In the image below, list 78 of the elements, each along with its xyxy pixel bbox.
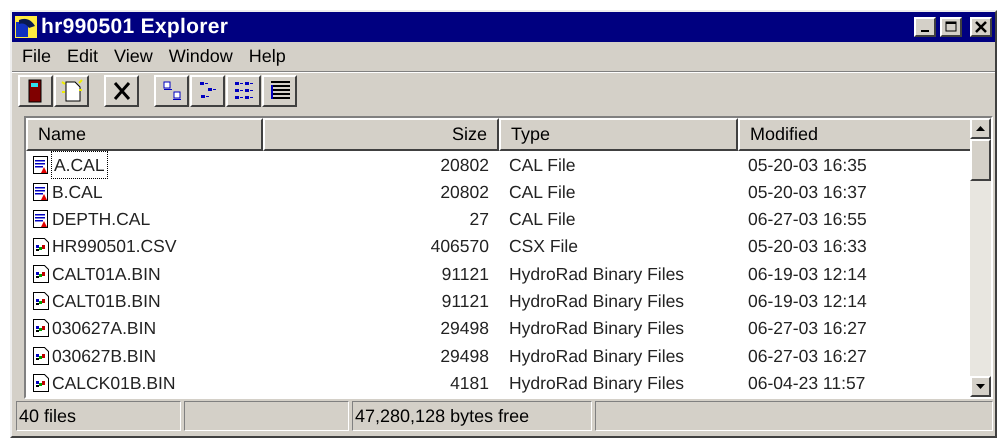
down-arrow-icon: [976, 384, 985, 389]
maximize-button[interactable]: [940, 17, 962, 37]
table-cell-text: 29498: [439, 344, 490, 368]
file-name[interactable]: HR990501.CSV: [52, 233, 177, 260]
status-text: 47,280,128 bytes free: [352, 401, 592, 431]
table-cell-text: 06-04-23 11:57: [747, 372, 866, 395]
file-name[interactable]: 030627A.BIN: [52, 315, 156, 342]
table-cell-text: 20802: [439, 180, 490, 204]
window-title: hr990501 Explorer: [41, 14, 228, 40]
close-button[interactable]: [970, 17, 992, 37]
toolbar-button[interactable]: [104, 75, 139, 107]
file-name[interactable]: B.CAL: [52, 178, 103, 206]
table-cell-text: HydroRad Binary Files: [508, 317, 686, 340]
table-cell-text: 06-27-03 16:27: [747, 317, 868, 340]
data-file-icon: [32, 264, 50, 284]
minimize-icon: [921, 30, 929, 32]
file-name[interactable]: DEPTH.CAL: [52, 206, 150, 232]
table-cell-text: CAL File: [508, 180, 576, 204]
toolbar-button[interactable]: [262, 75, 297, 107]
table-cell-text: 4181: [449, 372, 490, 395]
up-arrow-icon: [976, 126, 985, 131]
file-name[interactable]: A.CAL: [52, 152, 107, 178]
table-cell-text: 05-20-03 16:33: [747, 235, 868, 258]
scroll-down-button[interactable]: [970, 376, 991, 397]
scroll-up-button[interactable]: [970, 118, 991, 139]
table-cell-text: 06-27-03 16:55: [747, 208, 868, 232]
toolbar-button[interactable]: [226, 75, 261, 107]
table-cell-text: 91121: [440, 290, 490, 313]
table-cell-text: 05-20-03 16:35: [747, 154, 868, 177]
table-cell-text: 91121: [440, 262, 490, 286]
text-file-icon: [32, 182, 50, 202]
new-document-icon: [60, 78, 84, 104]
table-cell-text: HydroRad Binary Files: [508, 372, 686, 395]
status-text: 40 files: [16, 401, 181, 431]
file-name[interactable]: CALT01A.BIN: [52, 260, 161, 287]
table-cell-text: HydroRad Binary Files: [508, 262, 686, 286]
table-cell-text: 27: [468, 208, 490, 232]
data-file-icon: [32, 291, 50, 312]
toolbar-button[interactable]: [190, 75, 225, 107]
data-file-icon: [32, 373, 50, 394]
table-cell-text: HydroRad Binary Files: [508, 290, 686, 313]
file-name[interactable]: 030627B.BIN: [52, 342, 156, 369]
menu-item[interactable]: Window: [162, 43, 239, 70]
table-cell-text: 29498: [439, 317, 490, 340]
scrollbar[interactable]: [970, 118, 991, 397]
column-header[interactable]: Size: [263, 118, 499, 151]
table-cell-text: CAL File: [508, 208, 576, 232]
file-name[interactable]: CALT01B.BIN: [52, 288, 161, 314]
table-cell-text: HydroRad Binary Files: [508, 344, 686, 368]
menu-item[interactable]: View: [108, 43, 159, 70]
toolbar-button[interactable]: [154, 75, 189, 107]
file-name[interactable]: CALCK01B.BIN: [52, 370, 176, 396]
table-cell-text: 406570: [430, 235, 490, 258]
table-cell-text: CAL File: [508, 154, 576, 177]
data-file-icon: [32, 318, 50, 338]
table-cell-text: 06-19-03 12:14: [747, 262, 868, 286]
menu-item[interactable]: Edit: [61, 43, 104, 70]
column-header[interactable]: Name: [26, 118, 263, 151]
table-cell-text: 06-19-03 12:14: [747, 290, 868, 313]
column-header[interactable]: Modified: [738, 118, 970, 151]
toolbar-button[interactable]: [54, 75, 89, 107]
data-file-icon: [32, 346, 50, 366]
minimize-button[interactable]: [914, 17, 936, 37]
scroll-thumb[interactable]: [970, 139, 991, 181]
text-file-icon: [32, 209, 50, 230]
table-cell-text: 05-20-03 16:37: [747, 180, 868, 204]
menu-item[interactable]: File: [16, 43, 58, 70]
table-cell-text: 06-27-03 16:27: [747, 344, 868, 368]
text-file-icon: [32, 154, 50, 175]
data-file-icon: [32, 236, 50, 257]
menu-item[interactable]: Help: [242, 43, 292, 70]
column-header[interactable]: Type: [499, 118, 738, 151]
close-icon: [975, 21, 987, 33]
app-icon: [15, 16, 37, 38]
table-cell-text: 20802: [439, 154, 490, 177]
maximize-icon: [945, 21, 957, 33]
table-cell-text: CSX File: [508, 235, 580, 258]
toolbar-button[interactable]: [18, 75, 53, 107]
